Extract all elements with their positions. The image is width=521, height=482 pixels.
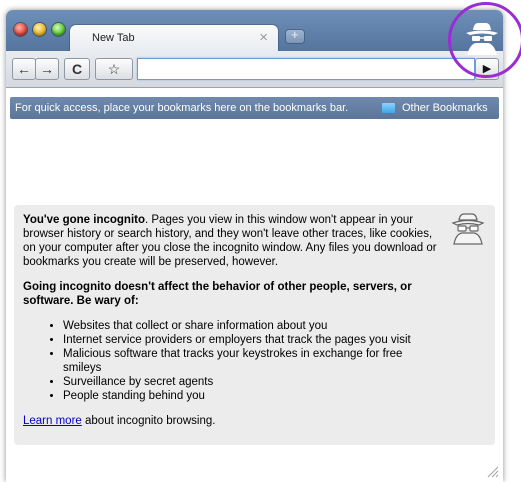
- learn-more-link[interactable]: Learn more: [23, 415, 82, 427]
- plus-icon: +: [291, 27, 299, 42]
- other-bookmarks-button[interactable]: Other Bookmarks: [402, 97, 488, 119]
- star-icon: ☆: [107, 61, 121, 77]
- learn-more-tail: about incognito browsing.: [81, 415, 216, 427]
- list-item: Internet service providers or employers …: [63, 333, 443, 347]
- list-item: Malicious software that tracks your keys…: [63, 347, 443, 375]
- bookmark-star-button[interactable]: ☆: [95, 58, 133, 80]
- incognito-warning: Going incognito doesn't affect the behav…: [23, 280, 443, 308]
- folder-icon[interactable]: [382, 103, 395, 113]
- incognito-intro: You've gone incognito. Pages you view in…: [23, 213, 443, 269]
- browser-window: New Tab × + ← → C ☆ ▶ For quick access, …: [6, 10, 503, 482]
- list-item: People standing behind you: [63, 389, 443, 403]
- incognito-warning-text: Going incognito doesn't affect the behav…: [23, 281, 412, 307]
- reload-button[interactable]: C: [64, 58, 90, 80]
- incognito-text: You've gone incognito. Pages you view in…: [23, 213, 443, 439]
- back-icon: ←: [17, 61, 31, 77]
- tab-title: New Tab: [92, 32, 135, 44]
- zoom-window-button[interactable]: [52, 23, 65, 36]
- incognito-icon: [466, 23, 498, 55]
- minimize-window-button[interactable]: [33, 23, 46, 36]
- toolbar: ← → C ☆ ▶: [6, 51, 503, 88]
- bookmarks-bar: For quick access, place your bookmarks h…: [10, 97, 499, 119]
- close-window-button[interactable]: [14, 23, 27, 36]
- list-item: Surveillance by secret agents: [63, 375, 443, 389]
- omnibox-input[interactable]: [137, 58, 475, 80]
- learn-more-line: Learn more about incognito browsing.: [23, 414, 443, 428]
- resize-grip-icon[interactable]: [487, 466, 499, 478]
- bookmarks-bar-hint: For quick access, place your bookmarks h…: [15, 102, 349, 114]
- wary-list: Websites that collect or share informati…: [23, 319, 443, 403]
- reload-icon: C: [71, 61, 83, 77]
- incognito-info-card: You've gone incognito. Pages you view in…: [14, 205, 495, 445]
- close-icon[interactable]: ×: [259, 29, 268, 46]
- incognito-heading: You've gone incognito: [23, 214, 145, 226]
- new-tab-button[interactable]: +: [286, 27, 304, 43]
- forward-icon: →: [40, 61, 54, 77]
- back-button[interactable]: ←: [12, 58, 36, 80]
- forward-button[interactable]: →: [35, 58, 59, 80]
- incognito-icon: [451, 213, 485, 245]
- tab-new-tab[interactable]: New Tab ×: [70, 25, 278, 51]
- list-item: Websites that collect or share informati…: [63, 319, 443, 333]
